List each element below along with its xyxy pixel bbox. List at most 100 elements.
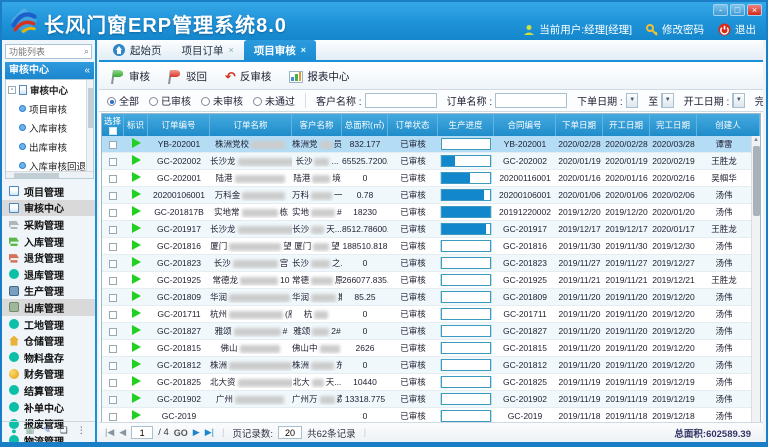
collapse-icon[interactable]: «: [84, 62, 90, 79]
function-search-input[interactable]: [5, 44, 92, 59]
toolbar-button-报表中心[interactable]: 报表中心: [283, 67, 355, 86]
column-header-订单名称[interactable]: 订单名称: [210, 114, 292, 136]
table-row[interactable]: GC-201827雅颂#雅颂2#0已审核GC-2018272019/11/202…: [102, 323, 751, 340]
customer-name-input[interactable]: [365, 93, 437, 108]
table-row[interactable]: GC-201902广州广州万森林13318.775已审核GC-201902201…: [102, 391, 751, 408]
table-row[interactable]: GC-201812株洲株洲东0已审核GC-2018122019/11/20201…: [102, 357, 751, 374]
row-checkbox[interactable]: [109, 294, 117, 302]
column-header-下单日期[interactable]: 下单日期: [556, 114, 603, 136]
sidebar-item-结算管理[interactable]: 结算管理: [2, 382, 95, 399]
tree-item-项目审核[interactable]: 项目审核: [6, 99, 93, 118]
column-header-完工日期[interactable]: 完工日期: [650, 114, 697, 136]
last-page-icon[interactable]: ▶|: [205, 427, 214, 438]
sidebar-item-项目管理[interactable]: 项目管理: [2, 183, 95, 200]
toolbar-button-驳回[interactable]: 驳回: [162, 67, 213, 86]
table-row[interactable]: GC-201817B实地常栋实地#...18230已审核201912200022…: [102, 204, 751, 221]
go-button[interactable]: GO: [174, 428, 188, 438]
dot-icon[interactable]: ●: [11, 426, 16, 436]
column-header-标识[interactable]: 标识: [124, 114, 148, 136]
scrollbar-thumb[interactable]: [753, 146, 760, 216]
table-row[interactable]: GC-201809华润一期华润期85.25已审核GC-2018092019/11…: [102, 289, 751, 306]
page-size-input[interactable]: [278, 426, 302, 439]
sidebar-item-财务管理[interactable]: 财务管理: [2, 366, 95, 383]
order-name-input[interactable]: [495, 93, 567, 108]
tab-项目审核[interactable]: 项目审核×: [244, 40, 316, 60]
table-row[interactable]: YB-202001株洲党校株洲党员...832.177已审核YB-2020012…: [102, 136, 751, 153]
column-header-选择[interactable]: 选择: [102, 114, 124, 136]
column-header-总面积(㎡)[interactable]: 总面积(㎡): [342, 114, 388, 136]
chevron-down-icon[interactable]: ▼: [733, 94, 744, 107]
prev-page-icon[interactable]: ◀: [119, 427, 126, 438]
sidebar-panel-header[interactable]: 审核中心 «: [5, 62, 94, 79]
row-checkbox[interactable]: [109, 192, 117, 200]
table-row[interactable]: GC-201711杭州(府)杭0已审核GC-2017112019/11/2020…: [102, 306, 751, 323]
row-checkbox[interactable]: [109, 396, 117, 404]
sidebar-item-工地管理[interactable]: 工地管理: [2, 316, 95, 333]
radio-已审核[interactable]: 已审核: [149, 93, 191, 108]
close-button[interactable]: ×: [747, 4, 762, 16]
chevron-down-icon[interactable]: ▼: [626, 94, 637, 107]
column-header-生产进度[interactable]: 生产进度: [438, 114, 494, 136]
table-row[interactable]: GC-201825北大资北大天...10440已审核GC-2018252019/…: [102, 374, 751, 391]
row-checkbox[interactable]: [109, 277, 117, 285]
column-header-订单状态[interactable]: 订单状态: [388, 114, 438, 136]
close-tab-icon[interactable]: ×: [301, 45, 306, 55]
first-page-icon[interactable]: |◀: [105, 427, 114, 438]
radio-全部[interactable]: 全部: [107, 93, 139, 108]
select-all-checkbox[interactable]: [109, 127, 117, 135]
row-checkbox[interactable]: [109, 379, 117, 387]
change-password-button[interactable]: 修改密码: [646, 22, 704, 37]
table-row[interactable]: GC-202001陆港陆港境0已审核202001160012020/01/162…: [102, 170, 751, 187]
minimize-button[interactable]: -: [713, 4, 728, 16]
row-checkbox[interactable]: [109, 158, 117, 166]
row-checkbox[interactable]: [109, 311, 117, 319]
table-row[interactable]: GC-201925常德龙10常德原...266077.835...已审核GC-2…: [102, 272, 751, 289]
toolbar-button-反审核[interactable]: ↷反审核: [219, 67, 277, 87]
row-checkbox[interactable]: [109, 362, 117, 370]
close-tab-icon[interactable]: ×: [229, 45, 234, 55]
sidebar-item-退库管理[interactable]: 退库管理: [2, 266, 95, 283]
row-checkbox[interactable]: [109, 345, 117, 353]
table-row[interactable]: 20200106001万科金万科一期0.78已审核202001060012020…: [102, 187, 751, 204]
table-row[interactable]: GC-202002长沙龙长沙...65525.7200...已审核GC-2020…: [102, 153, 751, 170]
radio-未通过[interactable]: 未通过: [253, 93, 295, 108]
sidebar-item-审核中心[interactable]: 审核中心: [2, 200, 95, 217]
row-checkbox[interactable]: [109, 141, 117, 149]
table-row[interactable]: GC-201823长沙宫长沙之...0已审核GC-2018232019/11/2…: [102, 255, 751, 272]
column-header-开工日期[interactable]: 开工日期: [603, 114, 650, 136]
cart-icon[interactable]: ▦: [26, 425, 35, 436]
order-date-input[interactable]: / /▼: [626, 93, 639, 108]
tab-项目订单[interactable]: 项目订单×: [172, 40, 244, 60]
sidebar-item-出库管理[interactable]: 出库管理: [2, 299, 95, 316]
scroll-up-icon[interactable]: ▲: [752, 136, 760, 144]
row-checkbox[interactable]: [109, 243, 117, 251]
sidebar-item-生产管理[interactable]: 生产管理: [2, 283, 95, 300]
column-header-合同编号[interactable]: 合同编号: [494, 114, 556, 136]
more-icon[interactable]: ⋮: [77, 425, 86, 436]
grid-vertical-scrollbar[interactable]: ▲ ▼: [751, 136, 760, 442]
table-row[interactable]: GC-201917长沙龙-2#长沙天...8512.78600...已审核GC-…: [102, 221, 751, 238]
start-date-input[interactable]: / /▼: [732, 93, 745, 108]
radio-未审核[interactable]: 未审核: [201, 93, 243, 108]
row-checkbox[interactable]: [109, 260, 117, 268]
table-row[interactable]: GC-201815佛山佛山中仓库2626已审核GC-2018152019/11/…: [102, 340, 751, 357]
row-checkbox[interactable]: [109, 209, 117, 217]
column-header-客户名称[interactable]: 客户名称: [292, 114, 342, 136]
sidebar-item-入库管理[interactable]: 入库管理: [2, 233, 95, 250]
tree-horizontal-scrollbar[interactable]: [6, 171, 93, 178]
row-checkbox[interactable]: [109, 226, 117, 234]
tree-collapse-icon[interactable]: -: [8, 86, 16, 94]
page-number-input[interactable]: [131, 426, 153, 439]
next-page-icon[interactable]: ▶: [193, 427, 200, 438]
order-date-end-input[interactable]: / /▼: [661, 93, 674, 108]
toolbar-button-审核[interactable]: 审核: [105, 67, 156, 86]
row-checkbox[interactable]: [109, 413, 117, 421]
book-icon[interactable]: ❏: [60, 425, 68, 436]
column-header-订单编号[interactable]: 订单编号: [148, 114, 210, 136]
tree-item-入库审核[interactable]: 入库审核: [6, 118, 93, 137]
chevron-down-icon[interactable]: ▼: [662, 94, 673, 107]
tree-item-出库审核[interactable]: 出库审核: [6, 137, 93, 156]
sidebar-item-退货管理[interactable]: 退货管理: [2, 249, 95, 266]
row-checkbox[interactable]: [109, 175, 117, 183]
sidebar-item-补单中心[interactable]: 补单中心: [2, 399, 95, 416]
